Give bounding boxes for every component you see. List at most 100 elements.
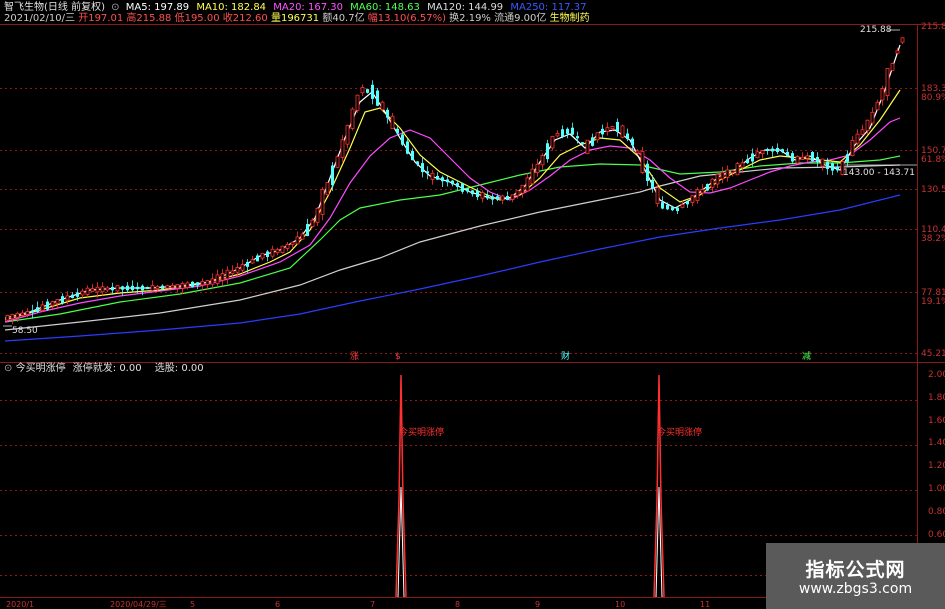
time-label: 11 — [700, 600, 711, 609]
ind-axis-label: 1.40 — [928, 438, 945, 448]
candle — [555, 130, 560, 138]
candle — [250, 255, 255, 265]
candle — [525, 173, 530, 192]
candle — [480, 190, 485, 203]
candle — [366, 88, 369, 94]
candle — [800, 152, 805, 161]
candle — [285, 242, 290, 252]
candle — [695, 187, 700, 204]
ind-axis-label: 1.00 — [928, 484, 945, 494]
candle — [20, 309, 25, 317]
candle — [646, 160, 649, 186]
candle — [441, 175, 444, 187]
candle — [36, 301, 39, 314]
candle — [331, 161, 334, 191]
event-marker-jian[interactable]: 减 — [802, 350, 811, 362]
candle — [225, 266, 230, 284]
axis-label: 215.88 — [921, 22, 945, 32]
candle — [10, 313, 15, 325]
ma250-line — [4, 194, 901, 342]
time-label: 6 — [275, 600, 281, 609]
candle — [850, 136, 855, 157]
event-marker-cai[interactable]: 财 — [561, 350, 570, 362]
candle — [371, 80, 374, 105]
indicator-param-2: 选股: 0.00 — [154, 363, 204, 374]
candle — [390, 112, 395, 129]
indicator-settings-icon[interactable]: ⊙ — [4, 363, 12, 374]
time-label: 7 — [370, 600, 376, 609]
candle — [115, 285, 120, 294]
ind-axis-label: 1.20 — [928, 461, 945, 471]
candle — [491, 193, 494, 205]
chart-grid — [0, 24, 945, 609]
candle — [170, 283, 175, 289]
candle — [40, 300, 45, 312]
candle — [515, 190, 520, 199]
event-marker-zhang[interactable]: 涨 — [350, 351, 359, 362]
candle — [520, 184, 525, 198]
candle — [446, 175, 449, 187]
time-label: 2020/1 — [6, 600, 35, 609]
candle — [900, 37, 905, 45]
price-annotations: 215.88 58.50 143.00 - 143.71 — [3, 25, 917, 336]
axis-label: 45.21 — [921, 349, 945, 359]
kline-chart[interactable]: 215.88 58.50 143.00 - 143.71 涨 $ 财 减 今买明… — [0, 0, 945, 609]
moving-averages — [4, 44, 901, 342]
candle — [715, 172, 720, 188]
watermark: 指标公式网 www.zbgs3.com — [766, 543, 945, 609]
candle — [315, 206, 320, 227]
candle — [860, 124, 865, 137]
signal-label-2: 今买明涨停 — [657, 426, 702, 438]
indicator-name[interactable]: 今买明涨停 — [16, 363, 66, 374]
candle — [605, 122, 610, 136]
candle — [421, 157, 424, 178]
candle — [561, 125, 564, 139]
candle — [185, 281, 190, 290]
axis-pct: 38.2% — [921, 234, 945, 244]
time-label: 10 — [615, 600, 626, 609]
candle — [540, 153, 545, 170]
candle — [571, 122, 574, 136]
candle — [760, 149, 765, 159]
candle — [836, 163, 839, 173]
candle — [875, 99, 880, 111]
candle — [720, 166, 725, 184]
candle — [890, 62, 895, 71]
candle — [360, 84, 365, 96]
candle — [870, 107, 875, 126]
candle — [880, 85, 885, 106]
candle — [690, 195, 695, 207]
candle — [340, 135, 345, 162]
candle — [355, 94, 360, 113]
signal-spike-2 — [653, 374, 665, 598]
candle — [500, 194, 505, 205]
candle — [105, 285, 110, 293]
ind-axis-label: 1.60 — [928, 416, 945, 426]
candle — [786, 148, 789, 157]
candle — [585, 139, 590, 155]
candle — [766, 147, 769, 155]
low-price-label: 58.50 — [12, 326, 38, 336]
candle — [816, 152, 819, 167]
signal-spike-1 — [395, 374, 407, 598]
candle — [146, 286, 149, 290]
candle — [266, 250, 269, 262]
candle — [846, 150, 849, 167]
candle — [771, 145, 774, 157]
ind-axis-label: 2.00 — [928, 370, 945, 380]
candle — [436, 172, 439, 181]
time-label: 2020/04/29/三 — [110, 600, 167, 609]
event-markers: 涨 $ 财 减 — [350, 350, 811, 362]
candle — [725, 165, 730, 182]
candle — [735, 161, 740, 176]
candle — [325, 182, 330, 196]
candle — [616, 118, 619, 137]
candle — [791, 150, 794, 164]
event-marker-dollar[interactable]: $ — [395, 352, 401, 362]
axis-pct: 80.9% — [921, 93, 945, 103]
signal-label-1: 今买明涨停 — [399, 426, 444, 438]
axis-pct: 61.8% — [921, 155, 945, 165]
candle — [275, 247, 280, 256]
candle — [820, 158, 825, 171]
time-label: 5 — [190, 600, 196, 609]
